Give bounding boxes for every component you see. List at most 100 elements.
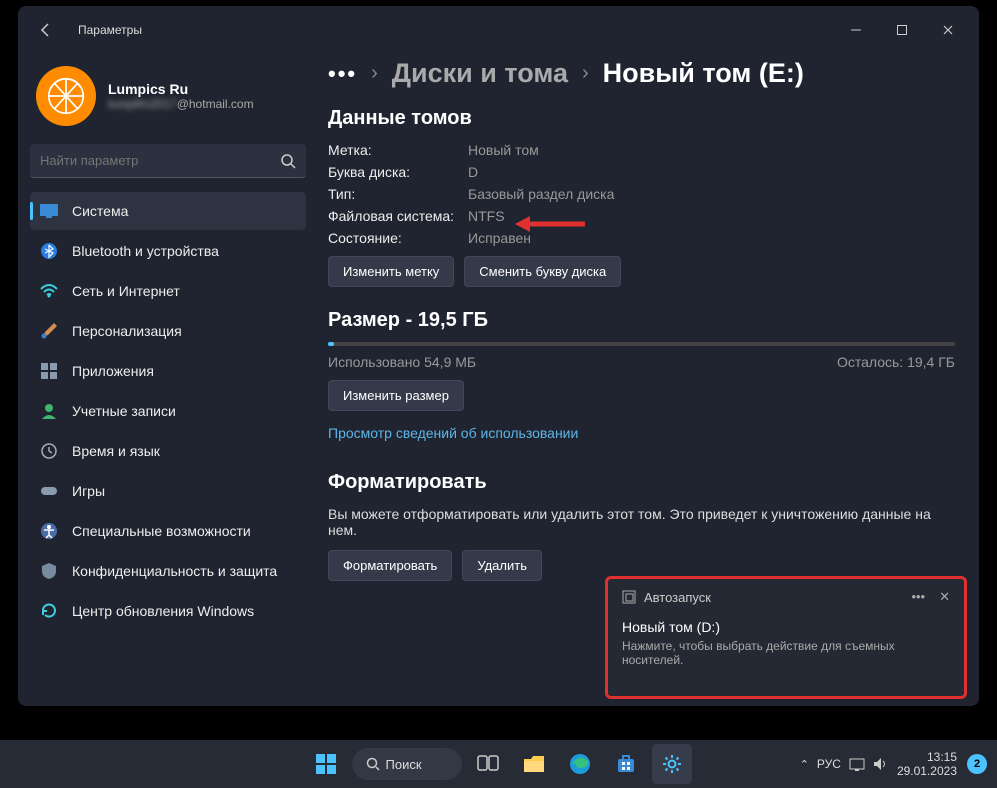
sidebar-item-label: Персонализация <box>72 323 182 339</box>
taskbar-search-label: Поиск <box>386 757 422 772</box>
drive-letter-key: Буква диска: <box>328 164 468 180</box>
user-email: lumpifm2017@hotmail.com <box>108 97 254 111</box>
sidebar-item-bluetooth[interactable]: Bluetooth и устройства <box>30 232 306 270</box>
sidebar-item-label: Сеть и Интернет <box>72 283 180 299</box>
resize-button[interactable]: Изменить размер <box>328 380 464 411</box>
edge-button[interactable] <box>560 744 600 784</box>
notification-close-button[interactable]: ✕ <box>939 589 950 605</box>
clock-time: 13:15 <box>897 750 957 764</box>
change-label-button[interactable]: Изменить метку <box>328 256 454 287</box>
size-progress-bar <box>328 342 955 346</box>
fs-value: NTFS <box>468 208 505 224</box>
update-icon <box>40 602 58 620</box>
taskbar-clock[interactable]: 13:15 29.01.2023 <box>897 750 957 779</box>
delete-button[interactable]: Удалить <box>462 550 542 581</box>
format-description: Вы можете отформатировать или удалить эт… <box>328 506 955 538</box>
sidebar-item-privacy[interactable]: Конфиденциальность и защита <box>30 552 306 590</box>
fs-key: Файловая система: <box>328 208 468 224</box>
notification-title: Новый том (D:) <box>622 619 950 635</box>
task-view-button[interactable] <box>468 744 508 784</box>
sidebar-item-personalization[interactable]: Персонализация <box>30 312 306 350</box>
sidebar-item-label: Игры <box>72 483 105 499</box>
sidebar-item-system[interactable]: Система <box>30 192 306 230</box>
maximize-button[interactable] <box>879 14 925 46</box>
back-button[interactable] <box>26 10 66 50</box>
autoplay-icon <box>622 590 636 604</box>
sidebar-item-accessibility[interactable]: Специальные возможности <box>30 512 306 550</box>
apps-icon <box>40 362 58 380</box>
gamepad-icon <box>40 482 58 500</box>
settings-taskbar-button[interactable] <box>652 744 692 784</box>
start-button[interactable] <box>306 744 346 784</box>
sidebar-item-label: Bluetooth и устройства <box>72 243 219 259</box>
search-icon <box>280 153 296 169</box>
minimize-button[interactable] <box>833 14 879 46</box>
type-value: Базовый раздел диска <box>468 186 614 202</box>
chevron-right-icon: › <box>582 62 589 85</box>
search-input[interactable] <box>40 153 280 168</box>
free-space: Осталось: 19,4 ГБ <box>837 354 955 370</box>
sidebar: Lumpics Ru lumpifm2017@hotmail.com Систе… <box>18 54 318 706</box>
breadcrumb-disks[interactable]: Диски и тома <box>392 58 568 89</box>
clock-icon <box>40 442 58 460</box>
breadcrumb: ••• › Диски и тома › Новый том (E:) <box>328 58 955 89</box>
explorer-button[interactable] <box>514 744 554 784</box>
usage-details-link[interactable]: Просмотр сведений об использовании <box>328 425 578 441</box>
close-button[interactable] <box>925 14 971 46</box>
sidebar-item-label: Учетные записи <box>72 403 176 419</box>
accessibility-icon <box>40 522 58 540</box>
sidebar-item-apps[interactable]: Приложения <box>30 352 306 390</box>
breadcrumb-more[interactable]: ••• <box>328 61 357 87</box>
monitor-icon <box>40 202 58 220</box>
network-tray-icon[interactable] <box>849 757 865 771</box>
wifi-icon <box>40 282 58 300</box>
tray-chevron-up-icon[interactable]: ⌃ <box>800 758 809 771</box>
sidebar-item-gaming[interactable]: Игры <box>30 472 306 510</box>
chevron-right-icon: › <box>371 62 378 85</box>
state-value: Исправен <box>468 230 531 246</box>
notification-app-name: Автозапуск <box>644 590 711 605</box>
bluetooth-icon <box>40 242 58 260</box>
sidebar-item-label: Специальные возможности <box>72 523 251 539</box>
sidebar-item-network[interactable]: Сеть и Интернет <box>30 272 306 310</box>
taskbar-search[interactable]: Поиск <box>352 748 462 780</box>
brush-icon <box>40 322 58 340</box>
user-name: Lumpics Ru <box>108 81 254 97</box>
size-header: Размер - 19,5 ГБ <box>328 309 955 332</box>
notification-body: Нажмите, чтобы выбрать действие для съем… <box>622 639 950 667</box>
format-button[interactable]: Форматировать <box>328 550 452 581</box>
titlebar: Параметры <box>18 6 979 54</box>
type-key: Тип: <box>328 186 468 202</box>
nav-list: Система Bluetooth и устройства Сеть и Ин… <box>30 192 306 630</box>
notification-more-button[interactable]: ••• <box>911 589 925 605</box>
avatar <box>36 66 96 126</box>
notification-count-badge[interactable]: 2 <box>967 754 987 774</box>
volume-data-header: Данные томов <box>328 107 955 130</box>
sidebar-item-label: Конфиденциальность и защита <box>72 563 277 579</box>
sidebar-item-windows-update[interactable]: Центр обновления Windows <box>30 592 306 630</box>
clock-date: 29.01.2023 <box>897 764 957 778</box>
sidebar-item-time-language[interactable]: Время и язык <box>30 432 306 470</box>
format-header: Форматировать <box>328 471 955 494</box>
language-indicator[interactable]: РУС <box>817 757 841 771</box>
change-letter-button[interactable]: Сменить букву диска <box>464 256 621 287</box>
window-title: Параметры <box>78 23 142 37</box>
person-icon <box>40 402 58 420</box>
sidebar-item-label: Приложения <box>72 363 154 379</box>
volume-tray-icon[interactable] <box>873 757 887 771</box>
label-key: Метка: <box>328 142 468 158</box>
sidebar-item-accounts[interactable]: Учетные записи <box>30 392 306 430</box>
label-value: Новый том <box>468 142 539 158</box>
autoplay-notification[interactable]: Автозапуск ••• ✕ Новый том (D:) Нажмите,… <box>605 576 967 699</box>
state-key: Состояние: <box>328 230 468 246</box>
sidebar-item-label: Время и язык <box>72 443 160 459</box>
store-button[interactable] <box>606 744 646 784</box>
sidebar-item-label: Центр обновления Windows <box>72 603 254 619</box>
drive-letter-value: D <box>468 164 478 180</box>
search-box[interactable] <box>30 144 306 178</box>
breadcrumb-current: Новый том (E:) <box>603 58 804 89</box>
used-space: Использовано 54,9 МБ <box>328 354 476 370</box>
shield-icon <box>40 562 58 580</box>
user-account-block[interactable]: Lumpics Ru lumpifm2017@hotmail.com <box>30 58 306 144</box>
sidebar-item-label: Система <box>72 203 128 219</box>
